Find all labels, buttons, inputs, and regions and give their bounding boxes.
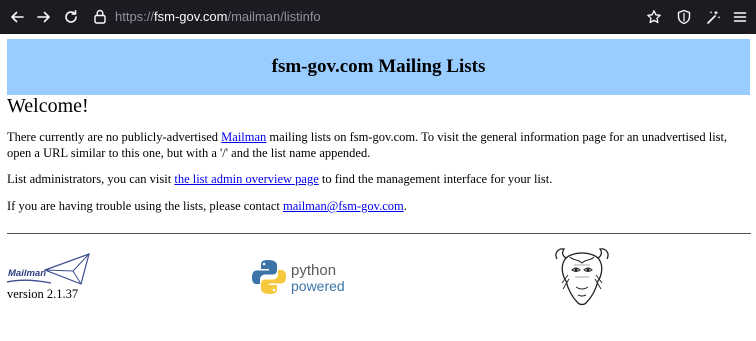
admin-overview-link[interactable]: the list admin overview page [174, 172, 318, 186]
welcome-heading: Welcome! [7, 95, 89, 117]
intro-paragraph: There currently are no publicly-advertis… [7, 129, 747, 161]
url-text[interactable]: https://fsm-gov.com/mailman/listinfo [115, 9, 321, 24]
contact-text-before: If you are having trouble using the list… [7, 199, 283, 213]
url-host: fsm-gov.com [154, 9, 228, 24]
lock-icon[interactable] [94, 9, 108, 25]
url-scheme: https:// [115, 9, 155, 24]
mailman-logo-text: Mailman [8, 268, 46, 279]
star-icon[interactable] [644, 7, 664, 27]
mailman-logo[interactable]: Mailman [6, 252, 91, 288]
powered-word: powered [291, 278, 345, 294]
sparkle-wand-icon[interactable] [703, 7, 723, 27]
reload-icon[interactable] [61, 7, 81, 27]
hamburger-menu-icon[interactable] [730, 7, 750, 27]
page-banner: fsm-gov.com Mailing Lists [7, 39, 750, 95]
url-path: /mailman/listinfo [227, 9, 321, 24]
page-content: fsm-gov.com Mailing Lists Welcome! There… [0, 34, 756, 341]
contact-paragraph: If you are having trouble using the list… [7, 198, 747, 214]
back-arrow-icon[interactable] [7, 7, 27, 27]
contact-email-link[interactable]: mailman@fsm-gov.com [283, 199, 404, 213]
mailman-link[interactable]: Mailman [221, 130, 266, 144]
page-title: fsm-gov.com Mailing Lists [271, 56, 486, 77]
gnu-head-logo[interactable] [552, 245, 612, 309]
shield-icon[interactable] [674, 7, 694, 27]
footer-divider [7, 233, 751, 234]
python-word: python [291, 262, 336, 279]
admin-paragraph: List administrators, you can visit the l… [7, 171, 747, 187]
version-label: version 2.1.37 [7, 287, 79, 301]
forward-arrow-icon[interactable] [34, 7, 54, 27]
python-powered-logo[interactable]: python powered [251, 258, 351, 296]
admin-text-before: List administrators, you can visit [7, 172, 175, 186]
contact-text-after: . [403, 199, 407, 213]
browser-toolbar: https://fsm-gov.com/mailman/listinfo [0, 0, 756, 34]
intro-text-before: There currently are no publicly-advertis… [7, 130, 222, 144]
admin-text-after: to find the management interface for you… [318, 172, 553, 186]
